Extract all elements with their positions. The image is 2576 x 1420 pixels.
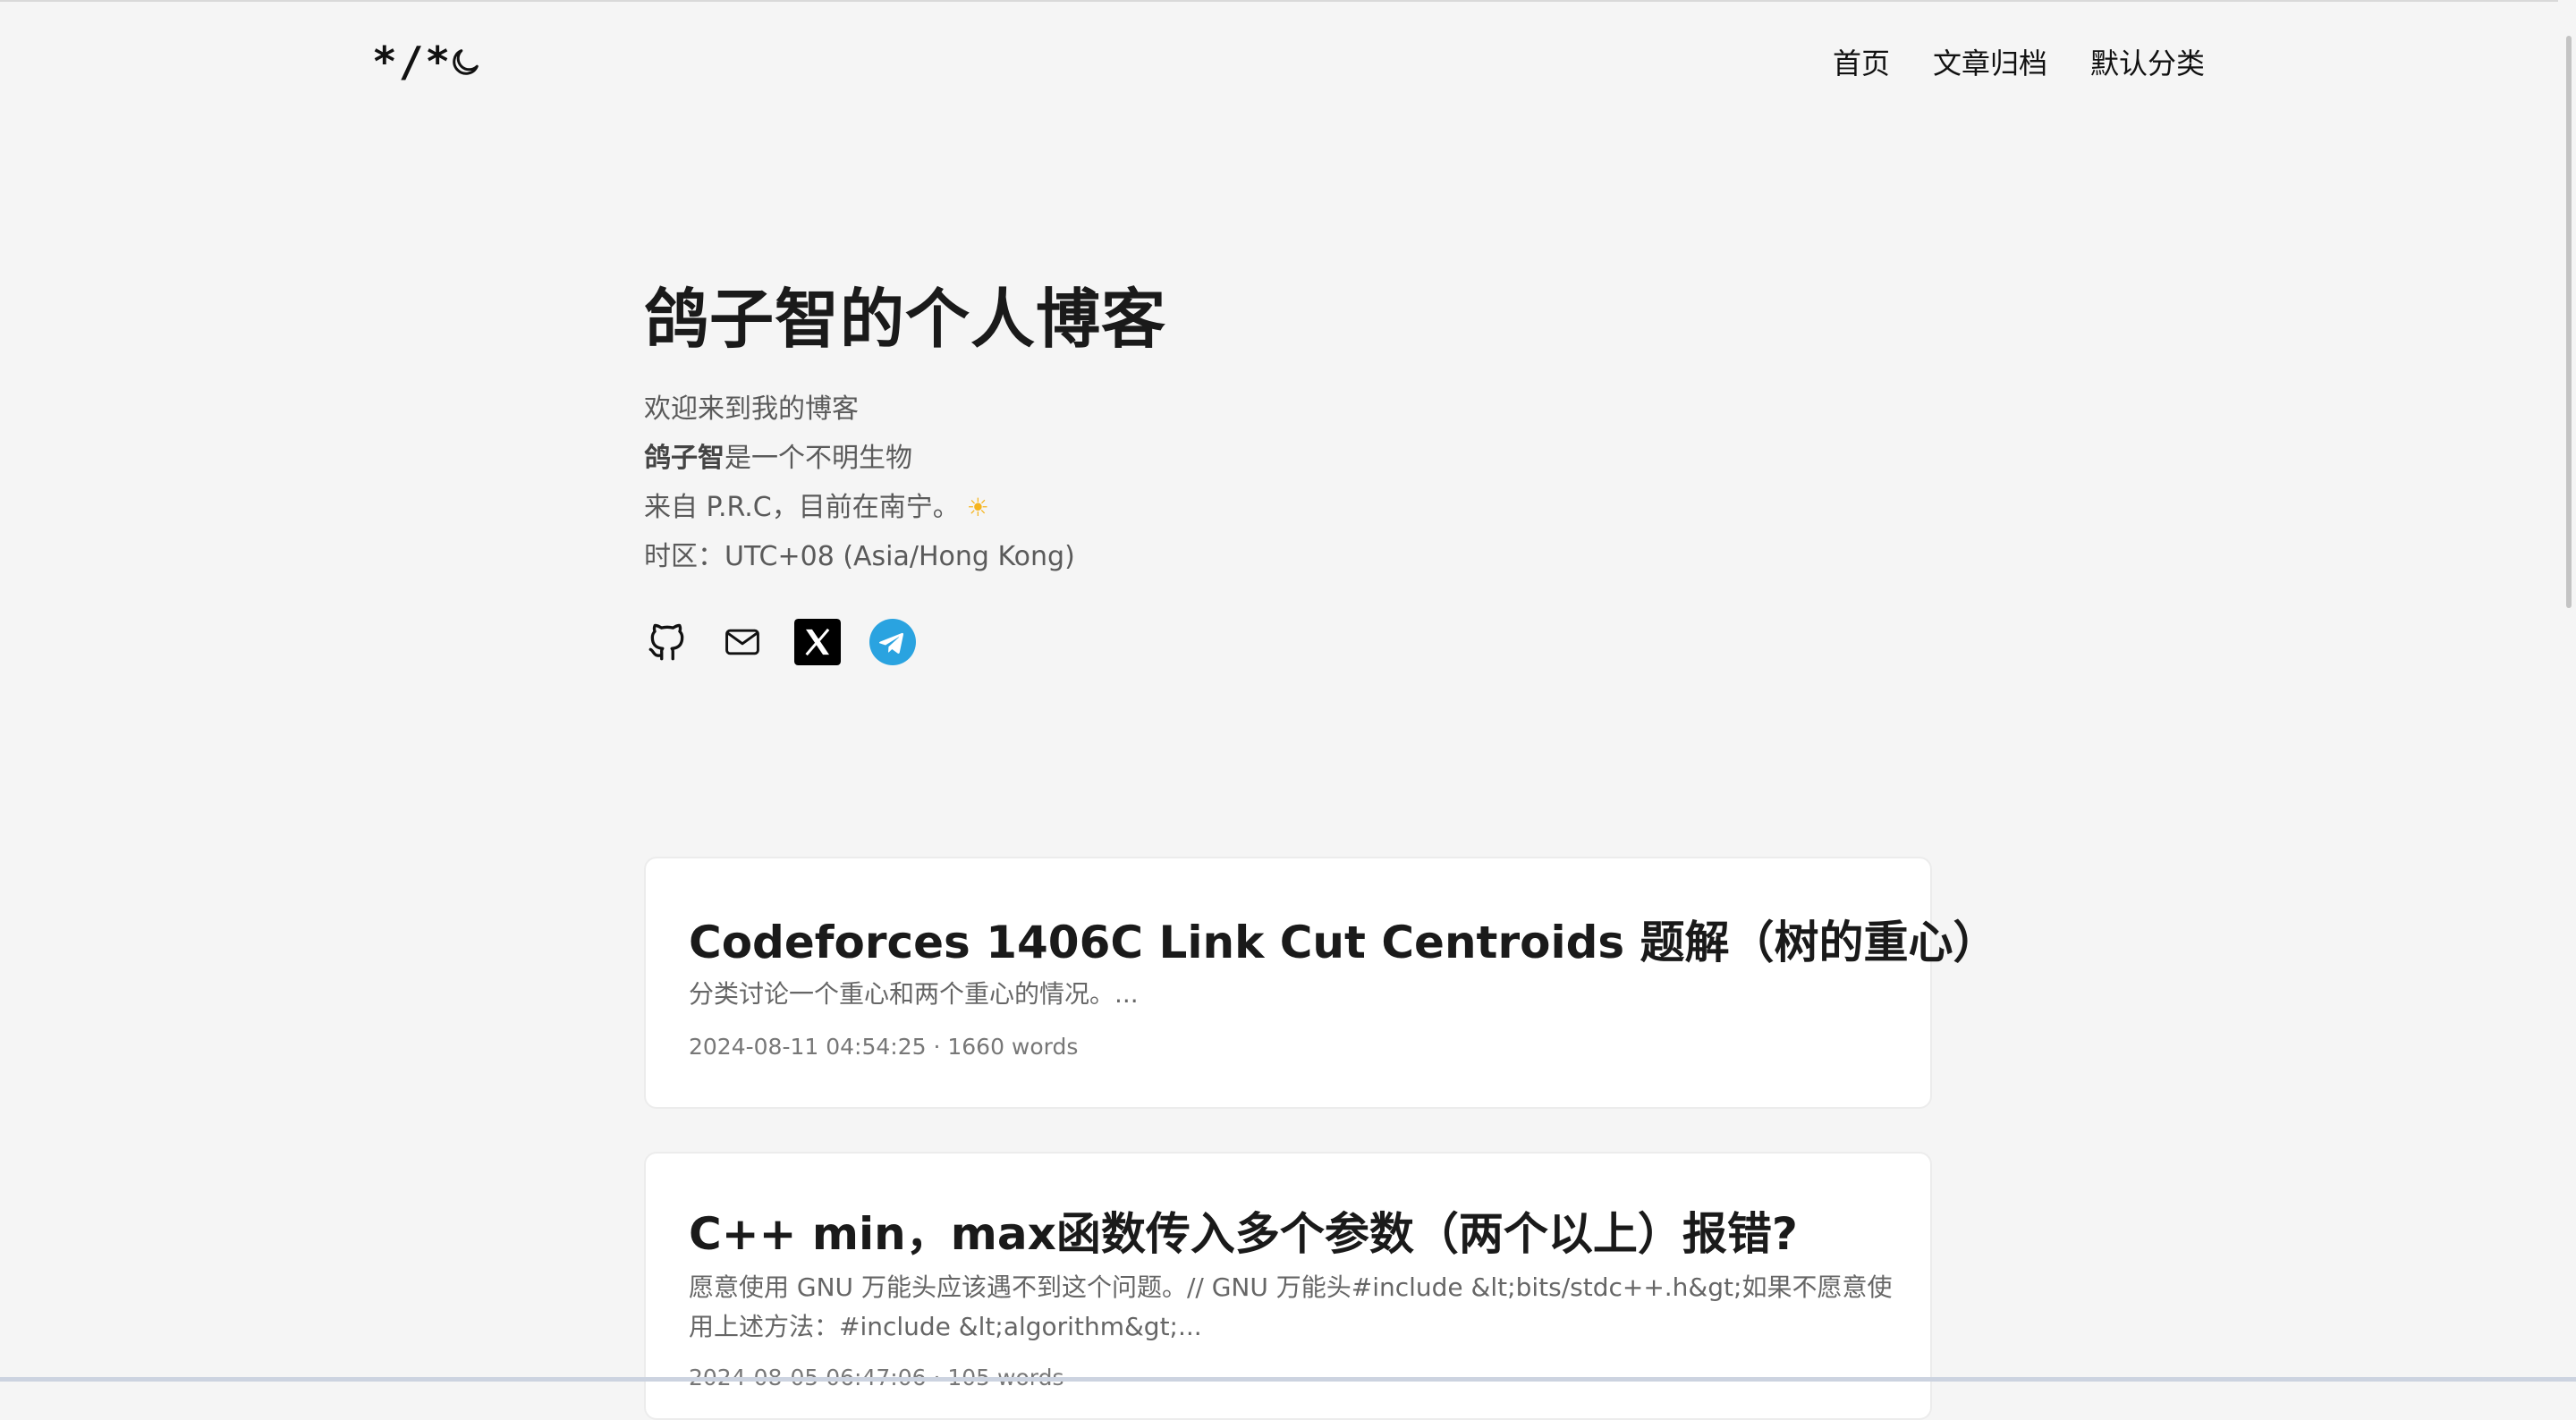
- nav-home[interactable]: 首页: [1833, 41, 1890, 82]
- nav-default-category[interactable]: 默认分类: [2090, 41, 2205, 82]
- identity-line: 鸽子智是一个不明生物: [644, 434, 1986, 483]
- site-header: */* 首页 文章归档 默认分类: [0, 0, 2558, 125]
- welcome-text: 欢迎来到我的博客: [644, 393, 859, 425]
- bottom-border: [0, 1377, 2576, 1382]
- post-card[interactable]: Codeforces 1406C Link Cut Centroids 题解（树…: [644, 857, 1998, 1109]
- post-excerpt: 分类讨论一个重心和两个重心的情况。...: [689, 979, 1139, 1009]
- telegram-icon[interactable]: [869, 619, 916, 665]
- author-name: 鸽子智: [644, 443, 724, 474]
- site-logo[interactable]: */*: [372, 38, 452, 86]
- post-meta: 2024-08-11 04:54:25 · 1660 words: [689, 1034, 1079, 1060]
- moon-icon[interactable]: [447, 45, 483, 80]
- post-title[interactable]: C++ min，max函数传入多个参数（两个以上）报错?: [689, 1198, 1798, 1263]
- social-links: [644, 619, 1986, 665]
- sun-icon: ☀: [966, 493, 989, 522]
- scrollbar-thumb[interactable]: [2566, 36, 2572, 608]
- bio: 欢迎来到我的博客 鸽子智是一个不明生物 来自 P.R.C，目前在南宁。 ☀ 时区：…: [644, 385, 1986, 581]
- scrollbar[interactable]: [2558, 0, 2576, 1382]
- timezone-text: 时区：UTC+08 (Asia/Hong Kong): [644, 541, 1075, 572]
- github-icon[interactable]: [644, 619, 691, 665]
- post-excerpt: 愿意使用 GNU 万能头应该遇不到这个问题。// GNU 万能头#include…: [689, 1272, 1893, 1341]
- post-title[interactable]: Codeforces 1406C Link Cut Centroids 题解（树…: [689, 907, 1998, 971]
- identity-text: 是一个不明生物: [724, 443, 912, 474]
- blog-title: 鸽子智的个人博客: [644, 282, 1167, 357]
- mail-icon[interactable]: [719, 619, 766, 665]
- profile-section: 鸽子智的个人博客 欢迎来到我的博客 鸽子智是一个不明生物 来自 P.R.C，目前…: [644, 279, 1986, 665]
- location-text: 来自 P.R.C，目前在南宁。: [644, 492, 960, 523]
- x-icon[interactable]: [794, 619, 841, 665]
- nav-archive[interactable]: 文章归档: [1933, 41, 2047, 82]
- location-line: 来自 P.R.C，目前在南宁。 ☀: [644, 483, 1986, 532]
